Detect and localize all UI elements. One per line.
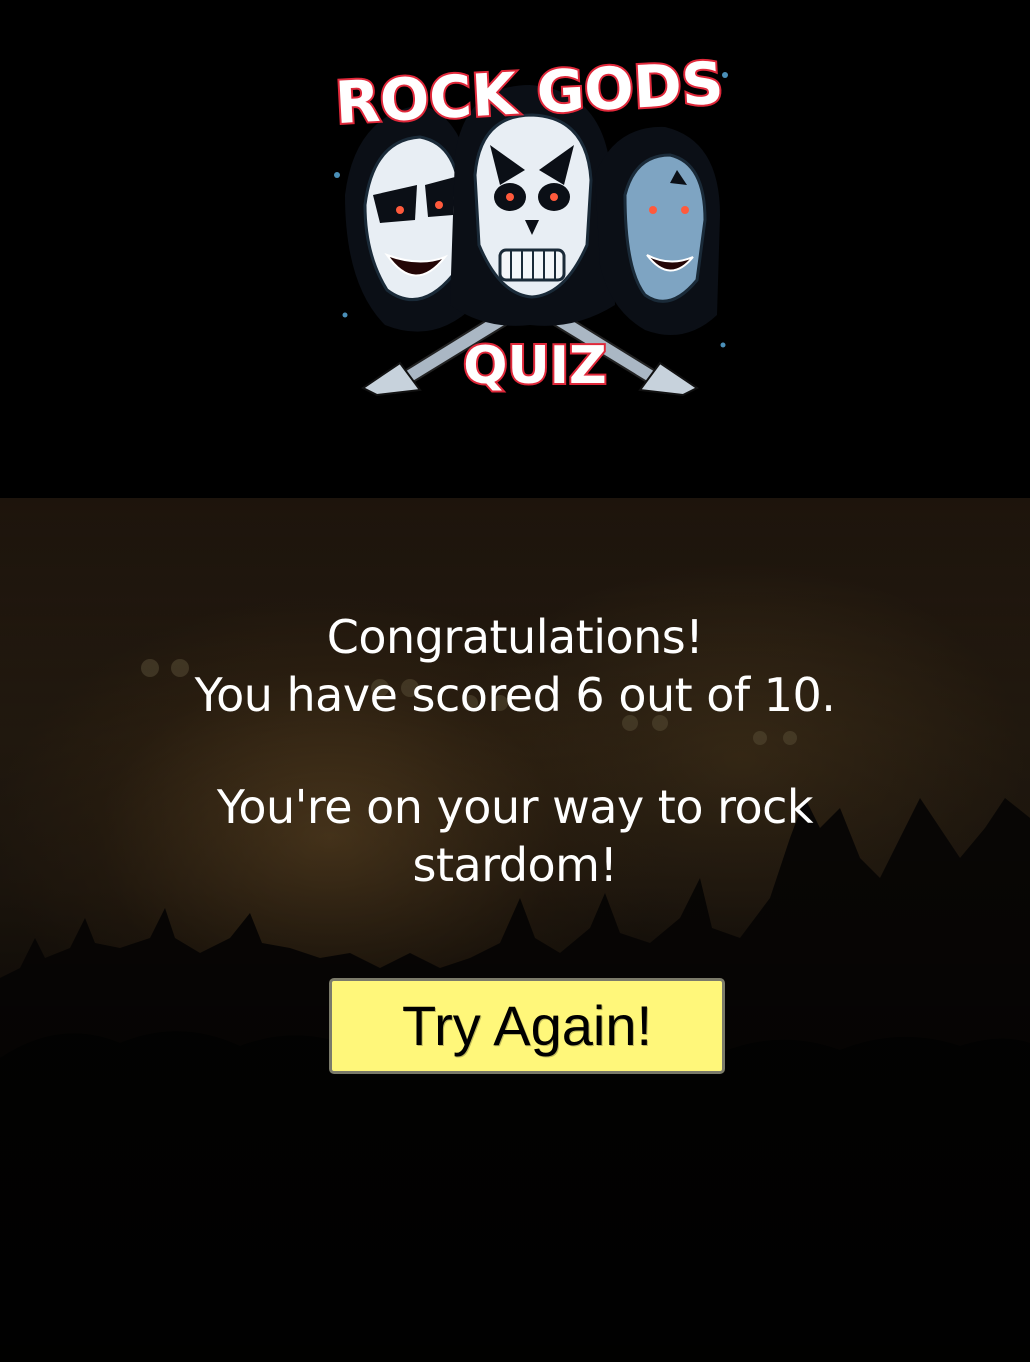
result-message: Congratulations! You have scored 6 out o… — [0, 608, 1030, 894]
rock-gods-quiz-logo: ROCK GODS QUIZ — [325, 45, 735, 400]
logo-artwork: ROCK GODS QUIZ — [332, 47, 728, 398]
header: ROCK GODS QUIZ — [0, 0, 1030, 498]
try-again-button[interactable]: Try Again! — [329, 978, 725, 1074]
logo-title-bottom: QUIZ — [463, 336, 606, 396]
encouragement-text: You're on your way to rock stardom! — [216, 780, 814, 892]
congratulations-heading: Congratulations! — [326, 610, 704, 664]
result-panel: Congratulations! You have scored 6 out o… — [0, 498, 1030, 1362]
score-text: You have scored 6 out of 10. — [194, 668, 836, 722]
logo-title-top: ROCK GODS — [334, 49, 726, 137]
